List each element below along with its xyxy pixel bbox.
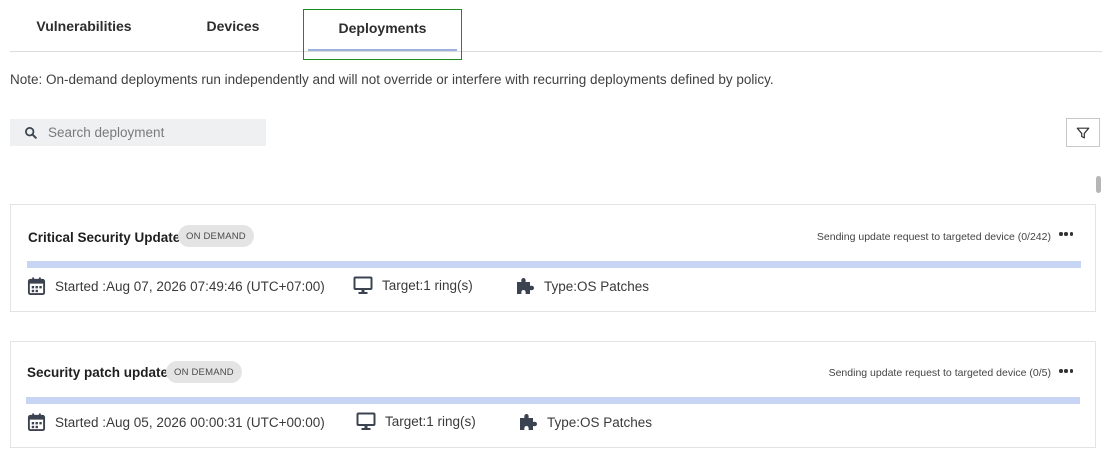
started-text: Started :Aug 05, 2026 00:00:31 (UTC+00:0… <box>55 414 325 430</box>
deployment-title[interactable]: Security patch update <box>27 365 168 380</box>
deployment-progress-bar <box>27 261 1081 268</box>
calendar-icon <box>27 413 46 432</box>
type-text: Type:OS Patches <box>544 278 650 294</box>
monitor-icon <box>356 412 376 430</box>
type-info: Type:OS Patches <box>518 412 652 432</box>
search-icon <box>25 126 37 139</box>
deployment-title[interactable]: Critical Security Updates <box>28 230 188 245</box>
deployment-card[interactable]: Security patch update ON DEMAND Sending … <box>10 341 1096 448</box>
on-demand-badge: ON DEMAND <box>166 361 242 383</box>
more-horizontal-icon <box>1059 232 1063 236</box>
more-options-button[interactable] <box>1059 229 1073 239</box>
tab-deployments-label: Deployments <box>338 20 427 36</box>
tab-devices[interactable]: Devices <box>158 0 308 52</box>
started-info: Started :Aug 07, 2026 07:49:46 (UTC+07:0… <box>27 276 325 296</box>
on-demand-badge: ON DEMAND <box>178 225 254 247</box>
filter-icon <box>1076 127 1090 138</box>
search-input[interactable] <box>48 125 248 140</box>
tab-vulnerabilities[interactable]: Vulnerabilities <box>10 0 158 52</box>
type-text: Type:OS Patches <box>547 414 653 430</box>
target-info: Target:1 ring(s) <box>356 412 476 431</box>
deployment-status: Sending update request to targeted devic… <box>828 367 1051 379</box>
tab-deployments[interactable]: Deployments <box>303 9 462 60</box>
deployment-card[interactable]: Critical Security Updates ON DEMAND Send… <box>10 204 1096 312</box>
filter-button[interactable] <box>1066 118 1100 147</box>
target-info: Target:1 ring(s) <box>353 276 473 295</box>
tab-vulnerabilities-label: Vulnerabilities <box>36 18 132 34</box>
deployment-progress-bar <box>26 397 1080 404</box>
puzzle-icon <box>520 414 537 430</box>
deployment-note: Note: On-demand deployments run independ… <box>10 72 774 87</box>
type-info: Type:OS Patches <box>515 276 649 296</box>
target-text: Target:1 ring(s) <box>382 278 473 293</box>
puzzle-icon <box>517 278 534 294</box>
deployments-page: Vulnerabilities Devices Deployments Note… <box>0 0 1113 457</box>
search-box[interactable] <box>10 119 266 146</box>
tab-devices-label: Devices <box>206 18 260 34</box>
started-info: Started :Aug 05, 2026 00:00:31 (UTC+00:0… <box>27 412 325 432</box>
monitor-icon <box>353 276 373 294</box>
target-text: Target:1 ring(s) <box>385 414 476 429</box>
deployment-status: Sending update request to targeted devic… <box>816 231 1051 243</box>
tab-bar: Vulnerabilities Devices Deployments <box>10 0 1102 60</box>
more-horizontal-icon <box>1059 369 1063 373</box>
more-options-button[interactable] <box>1059 366 1073 376</box>
calendar-icon <box>27 277 46 296</box>
started-text: Started :Aug 07, 2026 07:49:46 (UTC+07:0… <box>55 278 325 294</box>
scrollbar-thumb[interactable] <box>1096 176 1101 193</box>
active-tab-indicator <box>308 49 457 51</box>
